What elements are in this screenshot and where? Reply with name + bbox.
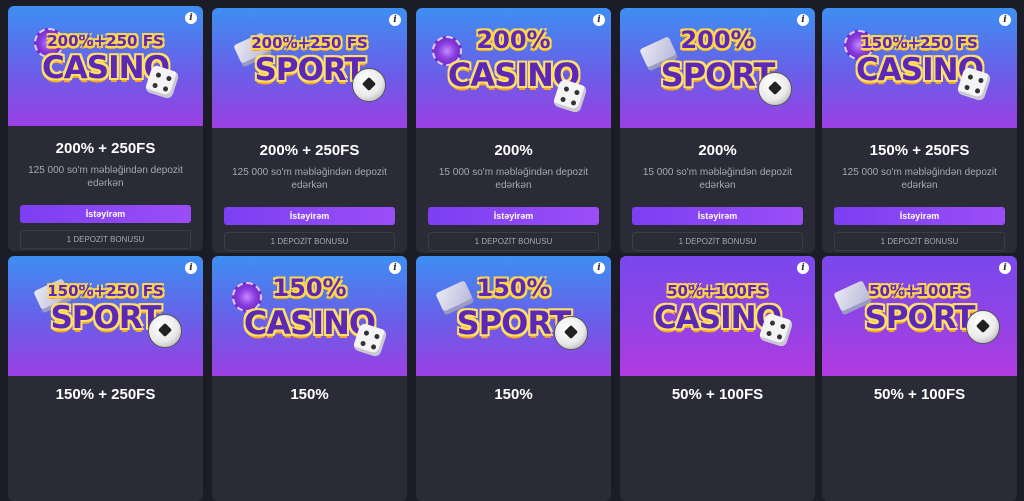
bonus-card[interactable]: 150% SPORT i 150% — [416, 256, 611, 501]
info-icon[interactable]: i — [185, 12, 197, 24]
bonus-card[interactable]: 200%+250 FS CASINO i 200% + 250FS 125 00… — [8, 6, 203, 251]
want-button[interactable]: İstəyirəm — [224, 207, 395, 225]
info-icon[interactable]: i — [797, 262, 809, 274]
bonus-banner: 200%+250 FS CASINO — [8, 6, 203, 126]
bonus-card[interactable]: 200% CASINO i 200% 15 000 so'm məbləğind… — [416, 8, 611, 253]
bonus-banner: 50%+100FS CASINO — [620, 256, 815, 376]
bonus-description: 15 000 so'm məbləğindən depozit edərkən — [642, 167, 793, 191]
bonus-card[interactable]: 150%+250 FS SPORT i 150% + 250FS — [8, 256, 203, 501]
bonus-title: 150% — [290, 386, 329, 403]
deposit-bonus-tag: 1 DEPOZİT BONUSU — [224, 232, 395, 251]
info-icon[interactable]: i — [593, 262, 605, 274]
bonus-title: 150% + 250FS — [55, 386, 156, 403]
want-button[interactable]: İstəyirəm — [20, 205, 191, 223]
bonus-banner: 200% SPORT — [620, 8, 815, 128]
soccer-ball-icon — [554, 316, 588, 350]
info-icon[interactable]: i — [389, 14, 401, 26]
bonus-card[interactable]: 200%+250 FS SPORT i 200% + 250FS 125 000… — [212, 8, 407, 253]
bonus-description: 15 000 so'm məbləğindən depozit edərkən — [438, 167, 589, 191]
bonus-title: 50% + 100FS — [873, 386, 966, 403]
bonus-grid: 200%+250 FS CASINO i 200% + 250FS 125 00… — [0, 0, 1024, 501]
bonus-banner: 150%+250 FS SPORT — [8, 256, 203, 376]
deposit-bonus-tag: 1 DEPOZİT BONUSU — [834, 232, 1005, 251]
bonus-title: 150% — [494, 386, 533, 403]
bonus-title: 200% + 250FS — [55, 140, 156, 157]
bonus-title: 200% + 250FS — [259, 142, 360, 159]
bonus-title: 200% — [494, 142, 533, 159]
bonus-title: 50% + 100FS — [671, 386, 764, 403]
want-button[interactable]: İstəyirəm — [834, 207, 1005, 225]
soccer-ball-icon — [148, 314, 182, 348]
bonus-banner: 150% SPORT — [416, 256, 611, 376]
bonus-title: 150% + 250FS — [869, 142, 970, 159]
bonus-card[interactable]: 150% CASINO i 150% — [212, 256, 407, 501]
bonus-card[interactable]: 150%+250 FS CASINO i 150% + 250FS 125 00… — [822, 8, 1017, 253]
deposit-bonus-tag: 1 DEPOZİT BONUSU — [632, 232, 803, 251]
bonus-banner: 200% CASINO — [416, 8, 611, 128]
bonus-description: 125 000 so'm məbləğindən depozit edərkən — [842, 167, 997, 191]
bonus-banner: 150% CASINO — [212, 256, 407, 376]
bonus-card[interactable]: 50%+100FS CASINO i 50% + 100FS — [620, 256, 815, 501]
deposit-bonus-tag: 1 DEPOZİT BONUSU — [20, 230, 191, 249]
deposit-bonus-tag: 1 DEPOZİT BONUSU — [428, 232, 599, 251]
bonus-title: 200% — [698, 142, 737, 159]
info-icon[interactable]: i — [999, 14, 1011, 26]
info-icon[interactable]: i — [185, 262, 197, 274]
bonus-description: 125 000 so'm məbləğindən depozit edərkən — [28, 165, 183, 189]
info-icon[interactable]: i — [389, 262, 401, 274]
info-icon[interactable]: i — [797, 14, 809, 26]
bonus-card[interactable]: 50%+100FS SPORT i 50% + 100FS — [822, 256, 1017, 501]
bonus-banner: 50%+100FS SPORT — [822, 256, 1017, 376]
info-icon[interactable]: i — [593, 14, 605, 26]
bonus-card[interactable]: 200% SPORT i 200% 15 000 so'm məbləğində… — [620, 8, 815, 253]
info-icon[interactable]: i — [999, 262, 1011, 274]
want-button[interactable]: İstəyirəm — [428, 207, 599, 225]
soccer-ball-icon — [352, 68, 386, 102]
bonus-description: 125 000 so'm məbləğindən depozit edərkən — [232, 167, 387, 191]
soccer-ball-icon — [758, 72, 792, 106]
want-button[interactable]: İstəyirəm — [632, 207, 803, 225]
bonus-banner: 200%+250 FS SPORT — [212, 8, 407, 128]
soccer-ball-icon — [966, 310, 1000, 344]
bonus-banner: 150%+250 FS CASINO — [822, 8, 1017, 128]
